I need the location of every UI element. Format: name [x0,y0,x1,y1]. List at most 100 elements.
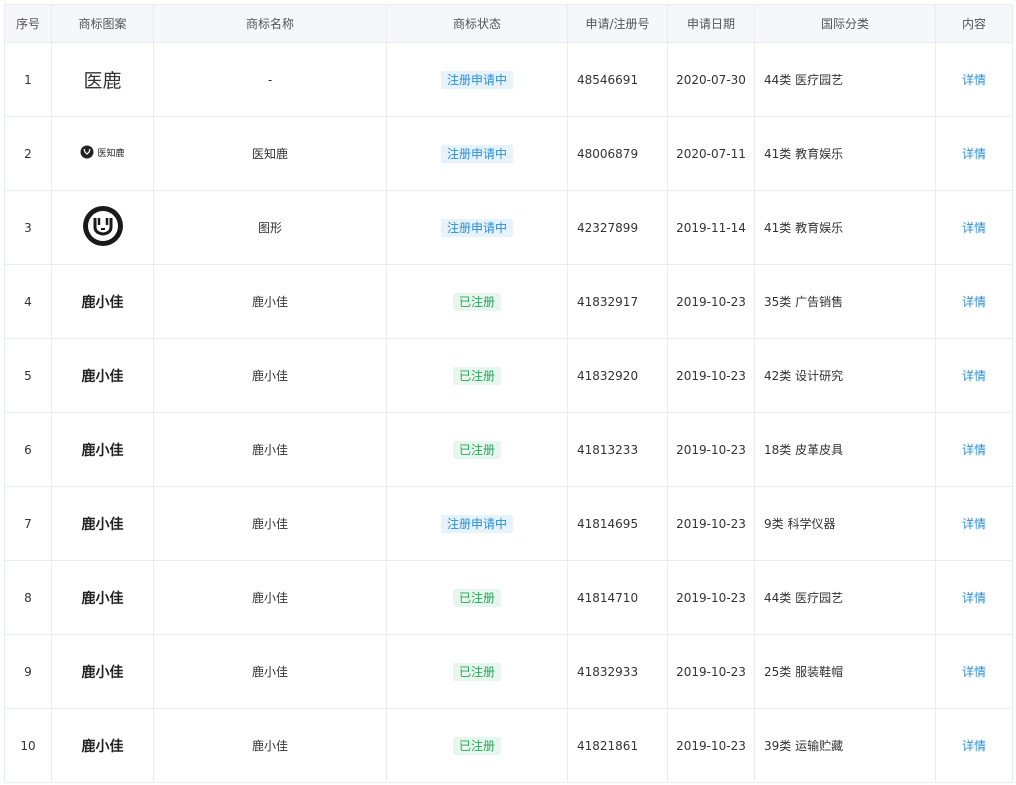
status-badge: 注册申请中 [440,218,513,237]
apply-date: 2019-11-14 [667,190,755,265]
reg-number: 48006879 [567,116,668,191]
header-index: 序号 [4,4,52,43]
detail-link[interactable]: 详情 [962,443,986,457]
status-cell: 已注册 [386,634,568,709]
row-index: 9 [4,634,52,709]
header-reg-no: 申请/注册号 [567,4,668,43]
detail-cell: 详情 [935,486,1013,561]
table-row: 5 鹿小佳 鹿小佳 已注册 41832920 2019-10-23 42类 设计… [4,338,1013,413]
detail-cell: 详情 [935,42,1013,117]
apply-date: 2019-10-23 [667,412,755,487]
detail-cell: 详情 [935,708,1013,783]
row-index: 8 [4,560,52,635]
status-badge: 注册申请中 [440,70,513,89]
trademark-logo: 鹿小佳 [51,486,154,561]
intl-class: 41类 教育娱乐 [754,190,936,265]
status-badge: 已注册 [452,292,501,311]
header-class: 国际分类 [754,4,936,43]
table-row: 10 鹿小佳 鹿小佳 已注册 41821861 2019-10-23 39类 运… [4,708,1013,783]
status-cell: 已注册 [386,412,568,487]
status-cell: 已注册 [386,338,568,413]
reg-number: 42327899 [567,190,668,265]
detail-link[interactable]: 详情 [962,517,986,531]
logo-text: 医鹿 [83,70,122,92]
header-name: 商标名称 [153,4,387,43]
reg-number: 48546691 [567,42,668,117]
trademark-logo: 鹿小佳 [51,338,154,413]
detail-link[interactable]: 详情 [962,739,986,753]
status-badge: 已注册 [452,440,501,459]
status-badge: 已注册 [452,662,501,681]
row-index: 2 [4,116,52,191]
trademark-logo: 鹿小佳 [51,412,154,487]
table-row: 8 鹿小佳 鹿小佳 已注册 41814710 2019-10-23 44类 医疗… [4,560,1013,635]
status-cell: 注册申请中 [386,486,568,561]
detail-cell: 详情 [935,634,1013,709]
row-index: 6 [4,412,52,487]
status-cell: 注册申请中 [386,42,568,117]
apply-date: 2020-07-30 [667,42,755,117]
detail-link[interactable]: 详情 [962,665,986,679]
reg-number: 41814710 [567,560,668,635]
trademark-logo: 医鹿 [51,42,154,117]
status-cell: 注册申请中 [386,116,568,191]
status-badge: 已注册 [452,736,501,755]
table-row: 6 鹿小佳 鹿小佳 已注册 41813233 2019-10-23 18类 皮革… [4,412,1013,487]
detail-link[interactable]: 详情 [962,591,986,605]
logo-text: 鹿小佳 [81,294,124,311]
trademark-logo: 鹿小佳 [51,708,154,783]
logo-text: 鹿小佳 [81,516,124,533]
row-index: 7 [4,486,52,561]
table-row: 7 鹿小佳 鹿小佳 注册申请中 41814695 2019-10-23 9类 科… [4,486,1013,561]
detail-link[interactable]: 详情 [962,73,986,87]
row-index: 10 [4,708,52,783]
trademark-table: 序号 商标图案 商标名称 商标状态 申请/注册号 申请日期 国际分类 内容 1 … [4,4,1013,783]
header-status: 商标状态 [386,4,568,43]
trademark-name: 鹿小佳 [153,708,387,783]
table-header-row: 序号 商标图案 商标名称 商标状态 申请/注册号 申请日期 国际分类 内容 [4,4,1013,43]
logo-text: 医知鹿 [97,148,125,159]
reg-number: 41814695 [567,486,668,561]
detail-cell: 详情 [935,560,1013,635]
apply-date: 2019-10-23 [667,634,755,709]
trademark-name: 鹿小佳 [153,412,387,487]
detail-cell: 详情 [935,264,1013,339]
row-index: 3 [4,190,52,265]
row-index: 1 [4,42,52,117]
detail-link[interactable]: 详情 [962,147,986,161]
table-row: 9 鹿小佳 鹿小佳 已注册 41832933 2019-10-23 25类 服装… [4,634,1013,709]
trademark-logo: 鹿小佳 [51,560,154,635]
status-badge: 已注册 [452,588,501,607]
logo-text: 鹿小佳 [81,738,124,755]
trademark-name: 鹿小佳 [153,486,387,561]
logo-text: 鹿小佳 [81,368,124,385]
table-row: 4 鹿小佳 鹿小佳 已注册 41832917 2019-10-23 35类 广告… [4,264,1013,339]
detail-link[interactable]: 详情 [962,369,986,383]
logo-text: 鹿小佳 [81,664,124,681]
intl-class: 42类 设计研究 [754,338,936,413]
apply-date: 2019-10-23 [667,708,755,783]
trademark-name: 鹿小佳 [153,560,387,635]
table-row: 2 医知鹿 医知鹿 注册申请中 48006879 2020-07-11 41类 … [4,116,1013,191]
detail-cell: 详情 [935,338,1013,413]
trademark-name: 图形 [153,190,387,265]
status-badge: 注册申请中 [440,514,513,533]
trademark-name: 鹿小佳 [153,338,387,413]
intl-class: 41类 教育娱乐 [754,116,936,191]
intl-class: 35类 广告销售 [754,264,936,339]
header-date: 申请日期 [667,4,755,43]
status-cell: 已注册 [386,708,568,783]
detail-link[interactable]: 详情 [962,295,986,309]
trademark-logo [51,190,154,265]
apply-date: 2019-10-23 [667,560,755,635]
trademark-logo: 医知鹿 [51,116,154,191]
reg-number: 41813233 [567,412,668,487]
apply-date: 2019-10-23 [667,264,755,339]
trademark-name: 鹿小佳 [153,264,387,339]
status-badge: 已注册 [452,366,501,385]
intl-class: 25类 服装鞋帽 [754,634,936,709]
logo-composite: 医知鹿 [80,145,125,159]
detail-link[interactable]: 详情 [962,221,986,235]
status-badge: 注册申请中 [440,144,513,163]
reg-number: 41832933 [567,634,668,709]
